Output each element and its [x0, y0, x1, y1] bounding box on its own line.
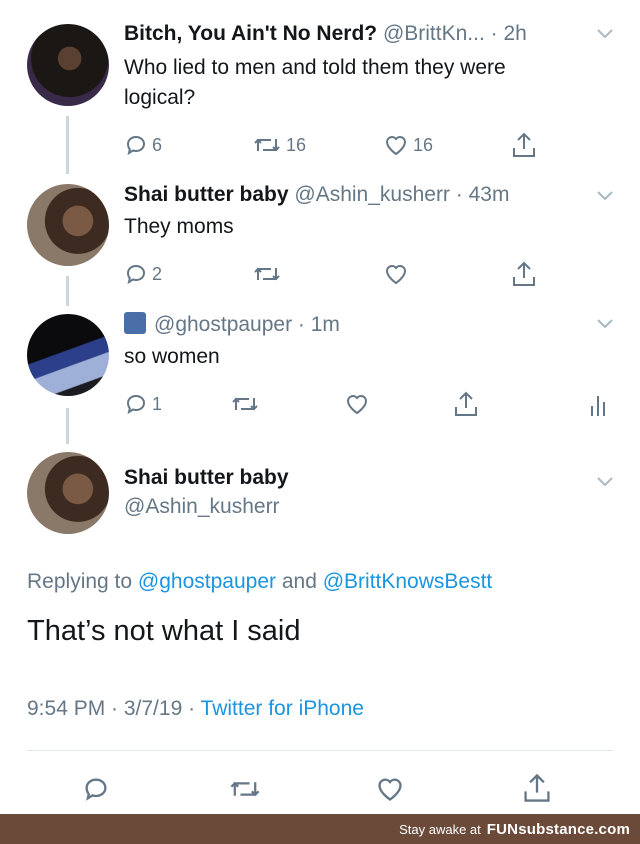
like-button[interactable]: 16 — [383, 133, 433, 157]
reply-button[interactable]: 2 — [124, 262, 162, 286]
chevron-down-icon[interactable] — [596, 476, 614, 488]
replying-and: and — [276, 570, 323, 593]
share-icon — [524, 773, 550, 802]
tweet-text-line: logical? — [124, 86, 196, 109]
reply-icon — [85, 778, 107, 801]
reply-icon — [126, 264, 146, 285]
timestamp: 9:54 PM · 3/7/19 · — [27, 697, 201, 720]
heart-icon — [385, 265, 407, 285]
retweet-button[interactable] — [230, 392, 260, 416]
source-link[interactable]: Twitter for iPhone — [201, 697, 364, 720]
focused-handle: @Ashin_kusherr — [124, 495, 280, 519]
thread-line — [66, 276, 69, 306]
tweet-header: @ghostpauper · 1m — [124, 312, 340, 337]
share-button[interactable] — [511, 131, 537, 159]
share-icon — [513, 132, 535, 157]
display-name[interactable]: Shai butter baby — [124, 466, 289, 489]
tweet-header: Bitch, You Ain't No Nerd? @BrittKn... · … — [124, 22, 527, 46]
like-button[interactable] — [383, 262, 409, 286]
thread-line — [66, 408, 69, 444]
tweet-text: Who lied to men and told them they were … — [124, 53, 506, 113]
share-button[interactable] — [511, 260, 537, 288]
tweet-text: They moms — [124, 215, 234, 238]
retweet-count: 16 — [286, 134, 307, 155]
retweet-icon — [230, 781, 260, 797]
chevron-down-icon[interactable] — [596, 190, 614, 202]
display-name[interactable]: Shai butter baby — [124, 183, 289, 206]
tweet-header: Shai butter baby @Ashin_kusherr · 43m — [124, 183, 509, 207]
display-name[interactable]: Bitch, You Ain't No Nerd? — [124, 22, 377, 45]
heart-icon — [378, 778, 402, 801]
heart-icon — [385, 136, 407, 156]
reply-icon — [126, 394, 146, 415]
share-button[interactable] — [522, 772, 552, 804]
share-icon — [455, 391, 477, 416]
retweet-button[interactable] — [228, 775, 262, 803]
avatar[interactable] — [27, 314, 109, 396]
user-badge-icon — [124, 312, 146, 334]
reply-count: 6 — [152, 134, 163, 155]
focused-name[interactable]: Shai butter baby — [124, 466, 289, 490]
thread-line — [66, 116, 69, 174]
replying-to: Replying to @ghostpauper and @BrittKnows… — [27, 570, 492, 594]
avatar[interactable] — [27, 24, 109, 106]
share-icon — [513, 261, 535, 286]
watermark-footer: Stay awake at FUNsubstance.com — [0, 814, 640, 844]
replying-prefix: Replying to — [27, 570, 138, 593]
reply-count: 2 — [152, 263, 163, 284]
reply-button[interactable]: 1 — [124, 392, 162, 416]
footer-prefix: Stay awake at — [399, 821, 481, 837]
handle-time: @BrittKn... · 2h — [382, 22, 527, 45]
retweet-icon — [254, 138, 280, 152]
retweet-button[interactable]: 16 — [252, 133, 306, 157]
avatar[interactable] — [27, 184, 109, 266]
like-button[interactable] — [344, 392, 370, 416]
share-button[interactable] — [453, 390, 479, 418]
like-button[interactable] — [374, 775, 406, 803]
chevron-down-icon[interactable] — [596, 318, 614, 330]
focused-tweet-text: That’s not what I said — [27, 615, 301, 647]
footer-brand: FUNsubstance.com — [486, 820, 630, 838]
analytics-icon — [591, 396, 605, 416]
heart-icon — [346, 395, 368, 415]
reply-button[interactable]: 6 — [124, 133, 162, 157]
tweet-meta: 9:54 PM · 3/7/19 · Twitter for iPhone — [27, 697, 364, 721]
analytics-button[interactable] — [588, 392, 608, 418]
tweet-text-line: Who lied to men and told them they were — [124, 56, 506, 79]
like-count: 16 — [413, 134, 434, 155]
tweet-text: so women — [124, 345, 220, 368]
chevron-down-icon[interactable] — [596, 28, 614, 40]
handle: @Ashin_kusherr — [124, 495, 280, 518]
retweet-icon — [232, 397, 258, 411]
avatar[interactable] — [27, 452, 109, 534]
reply-icon — [126, 135, 146, 156]
handle-time: @ghostpauper · 1m — [154, 313, 340, 336]
divider — [27, 750, 613, 751]
retweet-button[interactable] — [252, 262, 282, 286]
retweet-icon — [254, 267, 280, 281]
reply-count: 1 — [152, 393, 163, 414]
mention-link[interactable]: @ghostpauper — [138, 570, 276, 593]
mention-link[interactable]: @BrittKnowsBestt — [323, 570, 493, 593]
reply-button[interactable] — [82, 775, 110, 803]
handle-time: @Ashin_kusherr · 43m — [294, 183, 510, 206]
